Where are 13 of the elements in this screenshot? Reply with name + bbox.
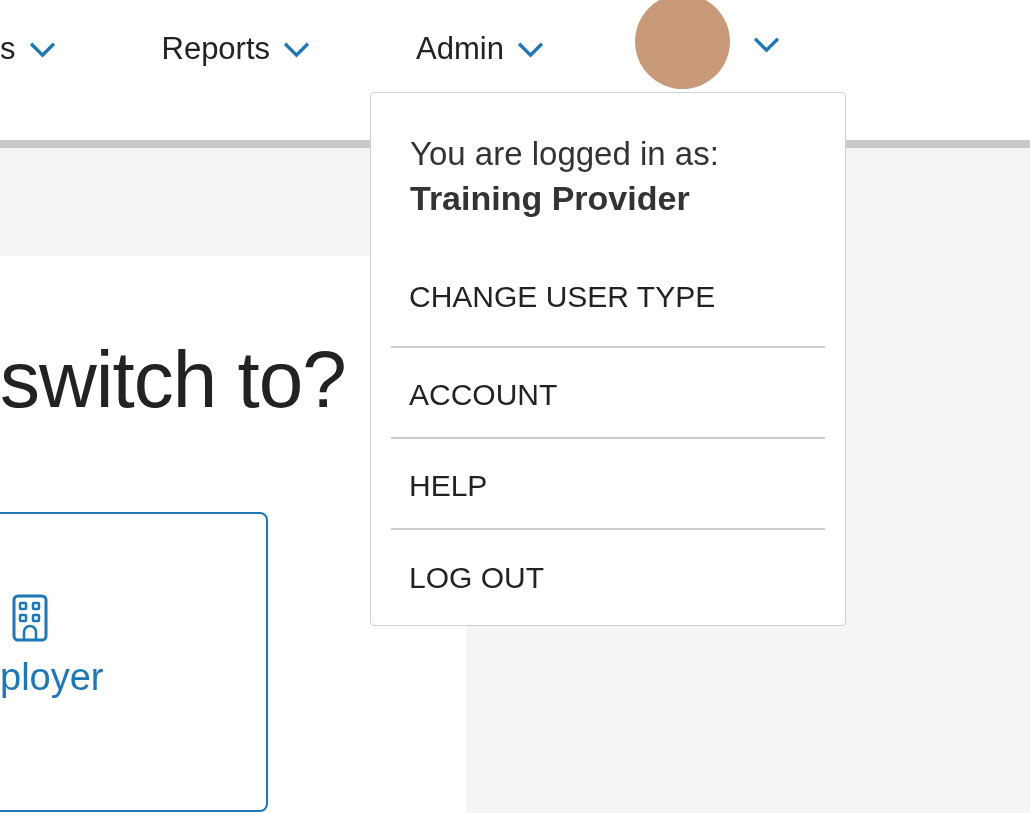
nav-menu-item[interactable]: s	[0, 31, 57, 67]
dropdown-menu-item[interactable]: LOG OUT	[391, 530, 825, 621]
user-type-text: Training Provider	[410, 179, 691, 218]
dropdown-menu-item[interactable]: CHANGE USER TYPE	[391, 266, 825, 348]
account-menu-button[interactable]	[634, 0, 781, 89]
nav-menu-item[interactable]: Reports	[161, 31, 312, 67]
building-icon	[12, 594, 48, 642]
dropdown-menu-item[interactable]: ACCOUNT	[391, 348, 825, 439]
option-card[interactable]: ployer	[0, 512, 268, 812]
chevron-down-icon	[751, 35, 781, 54]
dropdown-menu-item[interactable]: HELP	[391, 439, 825, 530]
nav-menu-item[interactable]: Admin	[416, 31, 545, 67]
login-status-text: You are logged in as:	[410, 135, 720, 173]
